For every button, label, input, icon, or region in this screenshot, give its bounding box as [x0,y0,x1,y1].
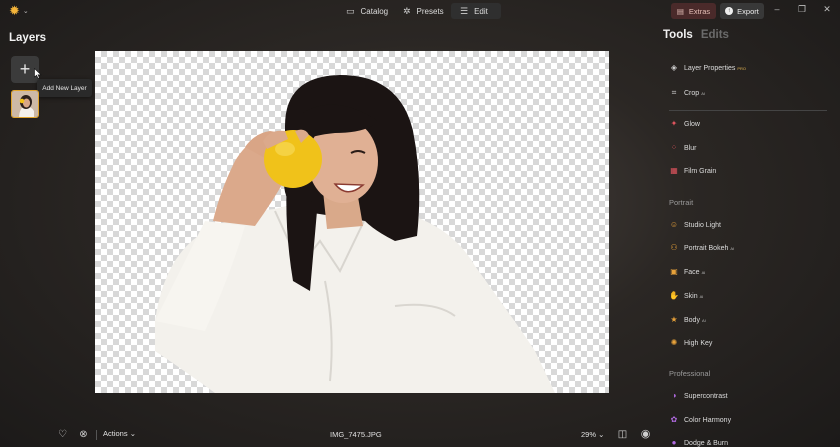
tool-dodge-burn[interactable]: ● Dodge & Burn [669,436,728,447]
tool-label: High Key [684,339,713,347]
ai-badge: AI [699,293,704,299]
tool-face[interactable]: ▣ Face AI [669,265,705,279]
minimize-icon[interactable]: – [771,4,783,14]
tool-body[interactable]: ★ Body AI [669,313,706,327]
tab-presets-label: Presets [416,6,444,16]
tool-label: Crop [684,89,700,97]
actions-label: Actions [103,429,128,438]
tool-label: Film Grain [684,167,717,175]
chevron-down-icon: ⌄ [598,430,605,439]
tool-label: Color Harmony [684,416,732,424]
ai-badge: AI [701,90,705,96]
tool-film-grain[interactable]: ▦ Film Grain [669,164,716,178]
tool-supercontrast[interactable]: ◑ Supercontrast [669,389,728,403]
tool-label: Blur [684,144,697,152]
tool-label: Skin [684,292,698,300]
file-name: IMG_7475.JPG [330,430,382,439]
skin-icon: ✋ [669,291,679,300]
close-icon[interactable]: ✕ [821,4,833,15]
tool-label: Glow [684,120,700,128]
section-professional: Professional [669,369,711,378]
add-layer-tooltip: Add New Layer [37,79,92,97]
image-canvas[interactable] [95,51,609,393]
top-bar: ✹ ⌄ ▭ Catalog ✲ Presets ☰ Edit ▤ Extras … [0,0,840,22]
zoom-value: 29% [581,430,597,439]
face-icon: ▣ [670,267,678,276]
tab-edits[interactable]: Edits [701,29,729,41]
heart-icon[interactable]: ♡ [57,429,68,440]
tool-skin[interactable]: ✋ Skin AI [669,289,703,303]
sun-logo-icon: ✹ [9,3,20,18]
export-button[interactable]: ↑ Export [720,3,764,19]
zoom-dropdown[interactable]: 29% ⌄ [581,430,604,439]
section-portrait: Portrait [669,198,694,207]
pro-badge: PRO [737,65,747,71]
tab-tools[interactable]: Tools [663,29,693,41]
tool-label: Layer Properties [684,64,736,72]
tool-label: Portrait Bokeh [684,244,729,252]
plus-icon: + [19,59,31,79]
folder-icon: ▭ [346,5,355,16]
restore-icon[interactable]: ❐ [796,4,808,15]
eye-icon[interactable]: ◉ [640,429,651,440]
tab-edit-label: Edit [474,6,488,16]
tool-label: Studio Light [684,221,721,229]
tool-portrait-bokeh[interactable]: ⚇ Portrait Bokeh AI [669,241,734,255]
tab-catalog-label: Catalog [360,6,389,16]
blur-icon: ⁘ [670,143,678,152]
bottom-bar: ♡ ⊗ Actions ⌄ IMG_7475.JPG 29% ⌄ ◫ ◉ [0,424,660,446]
chevron-down-icon: ⌄ [22,8,29,15]
layer-thumbnail[interactable] [11,90,39,118]
sliders-icon: ☰ [460,5,469,16]
tool-label: Dodge & Burn [684,439,728,447]
studio-light-icon: ☺ [669,220,679,229]
reject-icon[interactable]: ⊗ [78,429,89,440]
photo-subject [155,75,555,393]
layers-icon: ◈ [670,63,678,72]
ai-badge: AI [730,245,735,251]
color-harmony-icon: ✿ [670,415,678,424]
supercontrast-icon: ◑ [671,391,677,400]
tool-glow[interactable]: ✦ Glow [669,117,700,131]
app-menu-button[interactable]: ✹ ⌄ [9,3,29,18]
tab-catalog[interactable]: ▭ Catalog [337,3,397,19]
layer-thumbnail-image [12,91,38,117]
tool-crop[interactable]: ⌗ Crop AI [669,86,705,100]
tool-studio-light[interactable]: ☺ Studio Light [669,218,721,232]
tool-label: Body [684,316,700,324]
extras-label: Extras [688,6,711,16]
compare-icon[interactable]: ◫ [617,429,628,440]
tool-high-key[interactable]: ✺ High Key [669,336,713,350]
ai-badge: AI [701,317,706,323]
tool-layer-properties[interactable]: ◈ Layer Properties PRO [669,61,746,75]
extras-button[interactable]: ▤ Extras [671,3,716,19]
ai-badge: AI [701,269,706,275]
sparkle-icon: ✲ [403,5,411,16]
bokeh-icon: ⚇ [670,243,678,252]
tab-presets[interactable]: ✲ Presets [394,3,453,19]
tool-blur[interactable]: ⁘ Blur [669,141,697,155]
bag-icon: ▤ [676,6,684,16]
actions-button[interactable]: Actions ⌄ [103,429,136,438]
body-icon: ★ [670,315,678,324]
mouse-cursor-icon [34,68,42,79]
tool-label: Supercontrast [684,392,728,400]
glow-icon: ✦ [670,119,678,128]
high-key-icon: ✺ [670,338,678,347]
bottom-divider [96,430,97,440]
tab-edit[interactable]: ☰ Edit [451,3,501,19]
export-label: Export [737,6,759,16]
tool-label: Face [684,268,700,276]
layers-title: Layers [9,32,47,44]
chevron-down-icon: ⌄ [129,429,136,438]
film-grain-icon: ▦ [670,166,678,175]
tool-color-harmony[interactable]: ✿ Color Harmony [669,413,731,427]
export-icon: ↑ [725,7,734,15]
dodge-burn-icon: ● [671,438,677,447]
crop-icon: ⌗ [671,88,677,97]
panel-divider [669,110,827,111]
right-panel-tabs: Tools Edits [663,29,729,41]
